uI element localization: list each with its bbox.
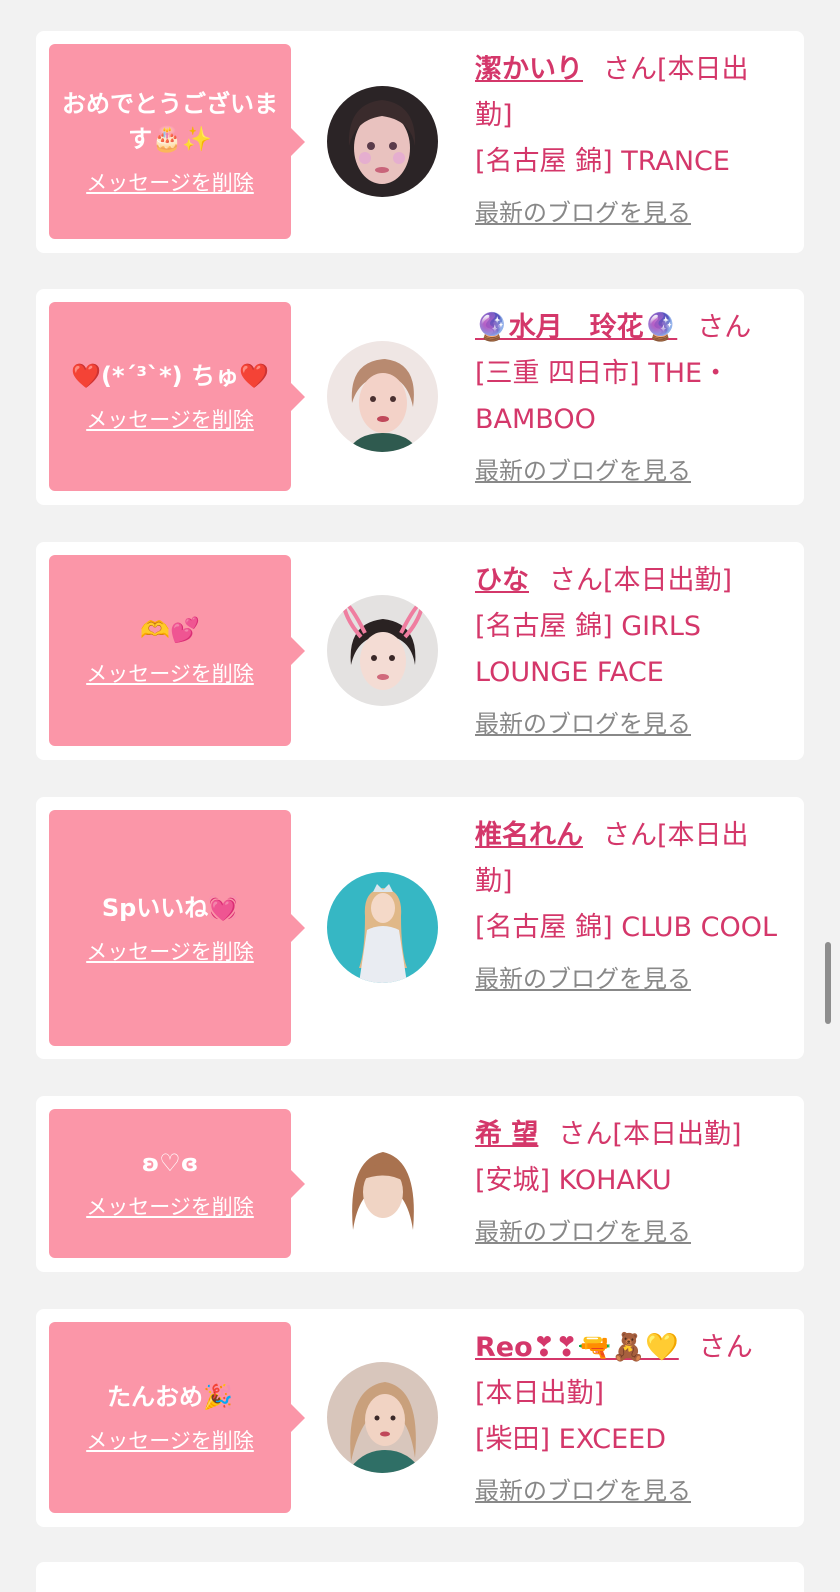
sender-name-link[interactable]: 椎名れん (475, 820, 583, 851)
shop-location: [名古屋 錦] GIRLS LOUNGE FACE (475, 611, 702, 688)
honorific: さん (603, 820, 657, 851)
message-text: たんおめ🎉 (107, 1383, 233, 1411)
message-bubble: おめでとうございます🎂✨ メッセージを削除 (49, 44, 305, 239)
message-text: ❤️(*´³`*) ちゅ❤️ (71, 362, 269, 390)
message-bubble: Spいいね💓 メッセージを削除 (49, 810, 305, 1046)
honorific: さん (603, 54, 657, 85)
honorific: さん (698, 1332, 753, 1363)
delete-message-link[interactable]: メッセージを削除 (86, 936, 254, 966)
honorific: さん (697, 312, 752, 343)
latest-blog-link[interactable]: 最新のブログを見る (475, 708, 782, 740)
message-card: おめでとうございます🎂✨ メッセージを削除 潔かいり さん[本日出勤] [名古屋 … (36, 31, 804, 253)
scrollbar[interactable] (825, 942, 831, 1024)
sender-info: Reo❣❣🔫🧸💛 さん [本日出勤] [柴田] EXCEED 最新のブログを見る (475, 1325, 782, 1507)
message-bubble: ʚ♡ɞ メッセージを削除 (49, 1109, 305, 1258)
shop-location: [三重 四日市] THE・BAMBOO (475, 358, 730, 435)
delete-message-link[interactable]: メッセージを削除 (86, 167, 254, 197)
avatar[interactable] (327, 86, 438, 197)
avatar[interactable] (327, 341, 438, 452)
blurred-girl-avatar-icon (327, 1130, 438, 1241)
sender-info: 🔮水月 玲花🔮 さん [三重 四日市] THE・BAMBOO 最新のブログを見る (475, 305, 782, 487)
message-bubble: たんおめ🎉 メッセージを削除 (49, 1322, 305, 1513)
sender-name-link[interactable]: 希 望 (475, 1119, 538, 1150)
latest-blog-link[interactable]: 最新のブログを見る (475, 455, 782, 487)
girl-avatar-icon (327, 1362, 438, 1473)
avatar[interactable] (327, 1130, 438, 1241)
message-card: ❤️(*´³`*) ちゅ❤️ メッセージを削除 🔮水月 玲花🔮 さん [三重 四日… (36, 289, 804, 505)
message-card: 🫶💕 メッセージを削除 ひな さん[本日出勤] [名古屋 錦] GIRLS LOU… (36, 542, 804, 760)
delete-message-link[interactable]: メッセージを削除 (86, 1425, 254, 1455)
latest-blog-link[interactable]: 最新のブログを見る (475, 1216, 782, 1248)
sender-name-link[interactable]: Reo❣❣🔫🧸💛 (475, 1332, 679, 1363)
shop-location: [名古屋 錦] TRANCE (475, 146, 730, 177)
message-card: ʚ♡ɞ メッセージを削除 希 望さん[本日出勤] [安城] KOHAKU 最新の… (36, 1096, 804, 1272)
message-bubble: ❤️(*´³`*) ちゅ❤️ メッセージを削除 (49, 302, 305, 491)
message-card: Spいいね💓 メッセージを削除 椎名れん さん[本日出勤] [名古屋 錦] CLU… (36, 797, 804, 1059)
avatar[interactable] (327, 595, 438, 706)
message-card: たんおめ🎉 メッセージを削除 Reo❣❣🔫🧸💛 さん [本日出勤] [柴田] EX… (36, 1309, 804, 1527)
avatar[interactable] (327, 1362, 438, 1473)
message-bubble: 🫶💕 メッセージを削除 (49, 555, 305, 746)
message-text: おめでとうございます🎂✨ (62, 89, 278, 153)
avatar[interactable] (327, 872, 438, 983)
sender-name-link[interactable]: 🔮水月 玲花🔮 (475, 312, 677, 343)
sender-name-link[interactable]: ひな (475, 565, 529, 596)
next-message-card (36, 1562, 804, 1592)
attendance-status: [本日出勤] (475, 1378, 605, 1409)
honorific: さん (549, 565, 603, 596)
bunny-ears-avatar-icon (327, 595, 438, 706)
message-text: Spいいね💓 (101, 893, 239, 922)
girl-blue-background-avatar-icon (327, 872, 438, 983)
sender-info: ひな さん[本日出勤] [名古屋 錦] GIRLS LOUNGE FACE 最新の… (475, 558, 782, 740)
sender-info: 椎名れん さん[本日出勤] [名古屋 錦] CLUB COOL 最新のブログを見る (475, 813, 782, 995)
sender-name-link[interactable]: 潔かいり (475, 54, 583, 85)
shop-location: [柴田] EXCEED (475, 1424, 667, 1455)
attendance-status: [本日出勤] (612, 1119, 742, 1150)
attendance-status: [本日出勤] (603, 565, 733, 596)
message-text: ʚ♡ɞ (141, 1149, 199, 1177)
girl-avatar-icon (327, 341, 438, 452)
girl-sparkle-avatar-icon (327, 86, 438, 197)
shop-location: [名古屋 錦] CLUB COOL (475, 912, 778, 943)
honorific: さん (558, 1119, 613, 1150)
latest-blog-link[interactable]: 最新のブログを見る (475, 197, 782, 229)
shop-location: [安城] KOHAKU (475, 1165, 672, 1196)
delete-message-link[interactable]: メッセージを削除 (86, 1191, 254, 1221)
latest-blog-link[interactable]: 最新のブログを見る (475, 963, 782, 995)
sender-info: 希 望さん[本日出勤] [安城] KOHAKU 最新のブログを見る (475, 1112, 782, 1248)
delete-message-link[interactable]: メッセージを削除 (86, 404, 254, 434)
delete-message-link[interactable]: メッセージを削除 (86, 658, 254, 688)
message-text: 🫶💕 (140, 616, 200, 644)
sender-info: 潔かいり さん[本日出勤] [名古屋 錦] TRANCE 最新のブログを見る (475, 47, 782, 229)
latest-blog-link[interactable]: 最新のブログを見る (475, 1475, 782, 1507)
